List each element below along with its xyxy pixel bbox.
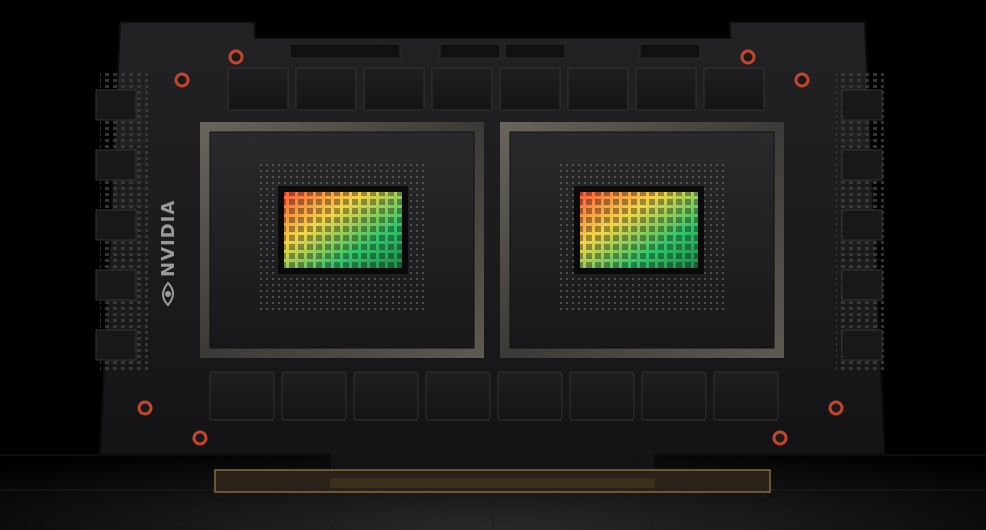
right-processor-package — [500, 122, 784, 358]
mount-hole-icon — [137, 400, 153, 416]
brand-label: NVIDIA — [158, 200, 179, 277]
product-image-superchip-board: NVIDIA — [0, 0, 986, 530]
left-power-stages — [95, 70, 148, 370]
mount-hole-icon — [794, 72, 810, 88]
edge-slot — [330, 478, 655, 488]
mount-hole-icon — [828, 400, 844, 416]
left-processor-package — [200, 122, 484, 358]
mount-hole-icon — [772, 430, 788, 446]
mount-hole-icon — [228, 49, 244, 65]
mount-hole-icon — [740, 49, 756, 65]
right-power-stages — [836, 70, 884, 370]
mount-hole-icon — [174, 72, 190, 88]
mount-hole-icon — [192, 430, 208, 446]
